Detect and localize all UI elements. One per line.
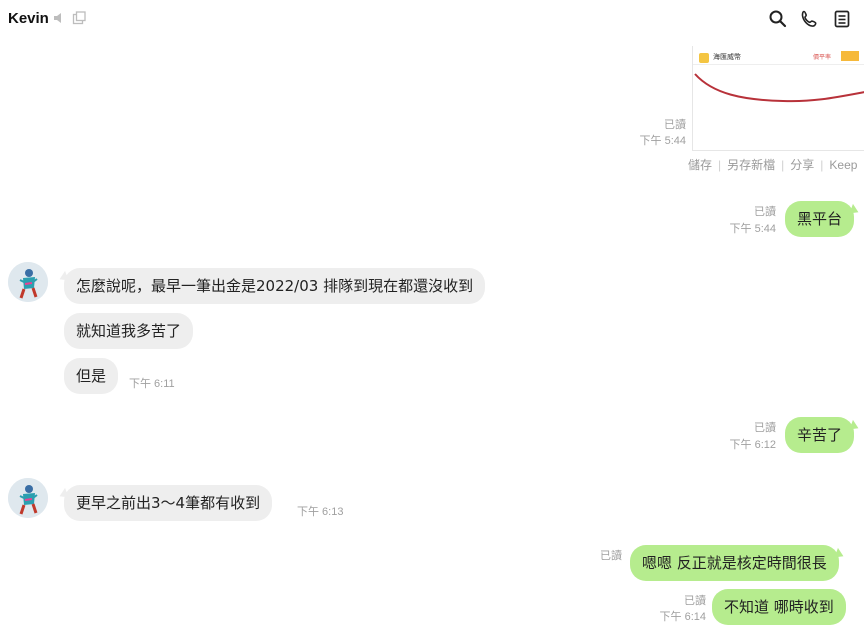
avatar[interactable]	[8, 478, 48, 518]
keep-action[interactable]: Keep	[829, 158, 857, 172]
read-receipt: 已讀	[754, 422, 776, 434]
image-tag-badge	[841, 51, 859, 61]
phone-icon[interactable]	[800, 9, 820, 29]
image-app-title: 海匯威幣	[713, 54, 741, 61]
message-time: 下午 6:12	[729, 439, 776, 451]
outgoing-message[interactable]: 嗯嗯 反正就是核定時間很長	[630, 545, 839, 581]
message-time: 下午 6:13	[297, 506, 344, 518]
read-receipt: 已讀	[664, 119, 686, 131]
app-icon	[699, 53, 709, 63]
incoming-message[interactable]: 就知道我多苦了	[64, 313, 194, 349]
chat-header: Kevin	[0, 0, 864, 40]
popout-icon[interactable]	[72, 11, 86, 25]
message-time: 下午 5:44	[639, 135, 686, 147]
image-tag: 價平率	[813, 55, 832, 61]
search-icon[interactable]	[768, 9, 788, 29]
image-chart-line	[694, 73, 864, 103]
incoming-message[interactable]: 怎麼說呢，最早一筆出金是2022/03 排隊到現在都還沒收到	[64, 268, 486, 304]
read-receipt: 已讀	[600, 550, 622, 562]
outgoing-message[interactable]: 辛苦了	[785, 417, 855, 453]
message-time: 下午 5:44	[729, 223, 776, 235]
image-actions: 儲存 | 另存新檔 | 分享 | Keep	[688, 158, 858, 172]
incoming-message[interactable]: 但是	[64, 358, 119, 394]
save-action[interactable]: 儲存	[688, 158, 712, 172]
avatar[interactable]	[8, 262, 48, 302]
read-receipt: 已讀	[754, 206, 776, 218]
share-action[interactable]: 分享	[790, 158, 814, 172]
message-time: 下午 6:14	[659, 611, 706, 623]
incoming-message[interactable]: 更早之前出3～4筆都有收到	[64, 485, 273, 521]
mute-icon[interactable]	[52, 11, 66, 25]
outgoing-message[interactable]: 不知道 哪時收到	[712, 589, 846, 625]
outgoing-message[interactable]: 黑平台	[785, 201, 855, 237]
message-time: 下午 6:11	[129, 378, 175, 390]
read-receipt: 已讀	[684, 595, 706, 607]
image-message-thumbnail[interactable]: 海匯威幣 價平率	[692, 46, 864, 151]
image-divider	[693, 64, 864, 65]
notes-icon[interactable]	[832, 9, 852, 29]
save-as-action[interactable]: 另存新檔	[727, 158, 775, 172]
contact-name[interactable]: Kevin	[8, 10, 49, 27]
